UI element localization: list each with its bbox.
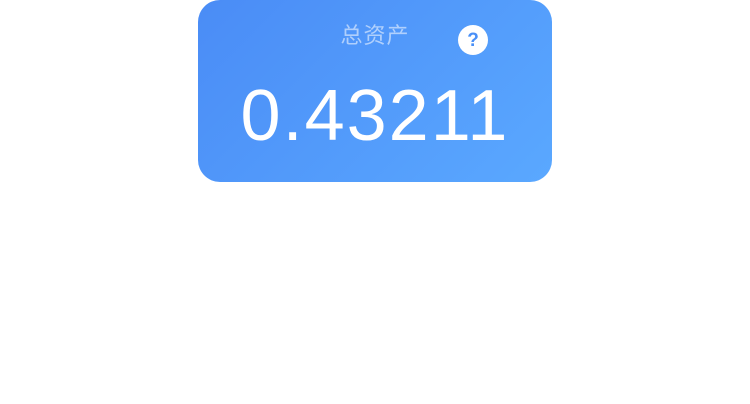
- help-icon[interactable]: ?: [458, 25, 488, 55]
- page: 总资产 ? 0.43211: [0, 0, 750, 404]
- total-assets-label: 总资产: [340, 24, 410, 49]
- question-mark-glyph: ?: [467, 29, 479, 51]
- total-assets-value: 0.43211: [240, 76, 510, 156]
- total-assets-card: 总资产 ? 0.43211: [198, 0, 552, 182]
